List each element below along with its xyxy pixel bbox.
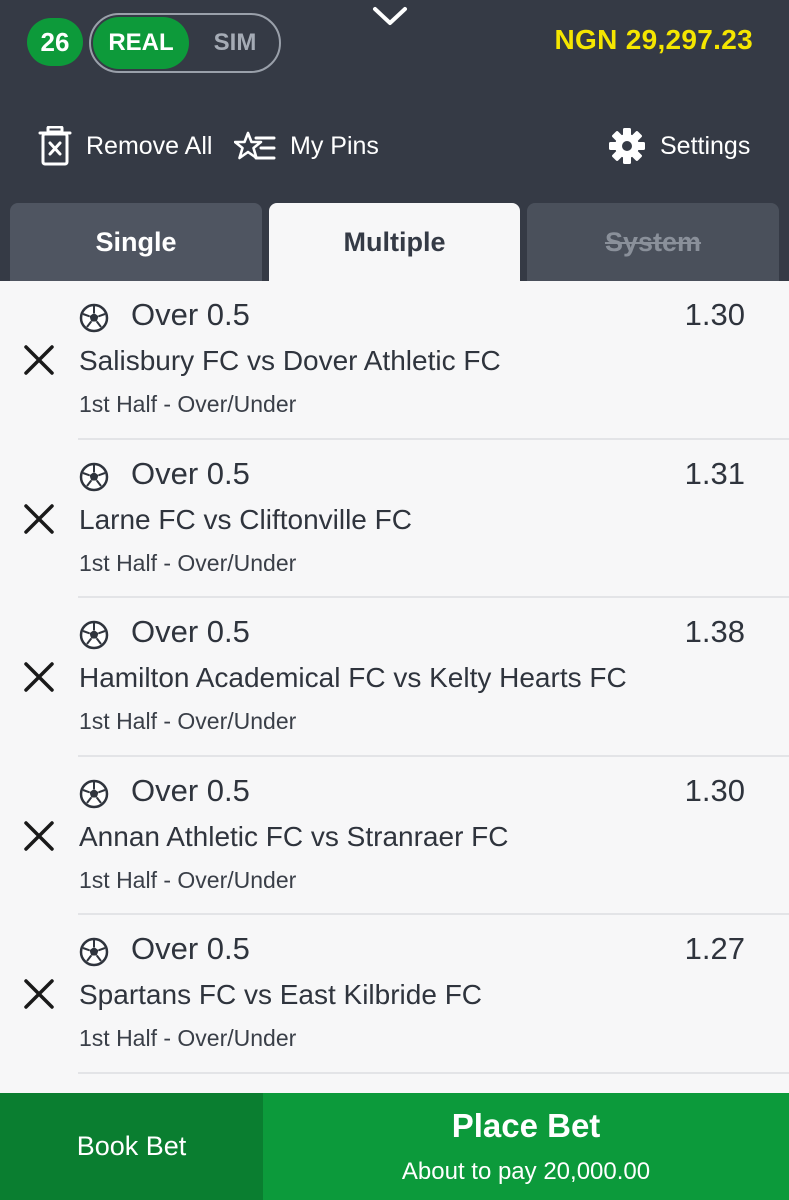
- soccer-ball-icon: [79, 779, 109, 809]
- remove-all-button[interactable]: Remove All: [38, 125, 212, 167]
- my-pins-label: My Pins: [290, 131, 379, 160]
- trash-x-icon: [38, 126, 72, 166]
- bet-market: 1st Half - Over/Under: [79, 549, 297, 576]
- close-icon[interactable]: [22, 343, 56, 377]
- soccer-ball-icon: [79, 620, 109, 650]
- mode-sim-option[interactable]: SIM: [191, 17, 279, 69]
- close-icon[interactable]: [22, 819, 56, 853]
- bet-item: Over 0.5 1.27 Spartans FC vs East Kilbri…: [0, 915, 789, 1074]
- soccer-ball-icon: [79, 303, 109, 333]
- tab-system: System: [527, 203, 779, 281]
- tab-single-label: Single: [95, 226, 177, 257]
- close-icon[interactable]: [22, 977, 56, 1011]
- bet-odds: 1.30: [684, 297, 745, 332]
- account-balance: NGN 29,297.23: [554, 24, 753, 55]
- bet-item: Over 0.5 1.30 Annan Athletic FC vs Stran…: [0, 757, 789, 915]
- bet-selection: Over 0.5: [131, 297, 250, 332]
- tab-single[interactable]: Single: [10, 203, 262, 281]
- tab-multiple[interactable]: Multiple: [269, 203, 520, 281]
- bet-market: 1st Half - Over/Under: [79, 866, 297, 893]
- bet-selection: Over 0.5: [131, 931, 250, 966]
- place-bet-button[interactable]: Place Bet About to pay 20,000.00: [263, 1093, 789, 1200]
- chevron-down-icon[interactable]: [370, 2, 410, 32]
- bet-item: Over 0.5 1.31 Larne FC vs Cliftonville F…: [0, 440, 789, 598]
- bet-item: Over 0.5 1.30 Salisbury FC vs Dover Athl…: [0, 281, 789, 440]
- book-bet-label: Book Bet: [76, 1131, 187, 1161]
- settings-label: Settings: [660, 131, 751, 160]
- tab-system-label: System: [604, 226, 702, 257]
- bet-selection: Over 0.5: [131, 772, 250, 808]
- bet-list: Over 0.5 1.30 Salisbury FC vs Dover Athl…: [0, 281, 789, 1074]
- book-bet-button[interactable]: Book Bet: [0, 1093, 263, 1200]
- bet-odds: 1.31: [684, 455, 745, 491]
- bet-market: 1st Half - Over/Under: [79, 391, 297, 417]
- tab-multiple-label: Multiple: [343, 226, 446, 257]
- bet-odds: 1.38: [684, 614, 745, 649]
- my-pins-button[interactable]: My Pins: [234, 125, 379, 167]
- gear-icon: [608, 127, 646, 165]
- bet-match: Annan Athletic FC vs Stranraer FC: [79, 820, 509, 852]
- close-icon[interactable]: [22, 502, 56, 536]
- remove-all-label: Remove All: [86, 131, 213, 160]
- close-icon[interactable]: [22, 660, 56, 694]
- divider: [78, 1071, 789, 1074]
- betslip-header: 26 REAL SIM NGN 29,297.23 Remove All My …: [0, 0, 789, 281]
- mode-real-option[interactable]: REAL: [93, 17, 189, 69]
- bet-selection: Over 0.5: [131, 614, 250, 649]
- bet-match: Larne FC vs Cliftonville FC: [79, 503, 412, 535]
- bet-match: Spartans FC vs East Kilbride FC: [79, 979, 483, 1010]
- bet-item: Over 0.5 1.38 Hamilton Academical FC vs …: [0, 598, 789, 757]
- selection-count-badge: 26: [27, 18, 83, 66]
- pin-list-icon: [234, 128, 276, 164]
- bet-market: 1st Half - Over/Under: [79, 1025, 297, 1051]
- settings-button[interactable]: Settings: [608, 125, 750, 167]
- bet-match: Salisbury FC vs Dover Athletic FC: [79, 345, 501, 376]
- pay-amount-text: About to pay 20,000.00: [401, 1158, 651, 1185]
- soccer-ball-icon: [79, 462, 109, 492]
- place-bet-label: Place Bet: [451, 1107, 601, 1144]
- soccer-ball-icon: [79, 937, 109, 967]
- bet-selection: Over 0.5: [131, 455, 250, 491]
- bet-match: Hamilton Academical FC vs Kelty Hearts F…: [79, 662, 627, 693]
- bet-odds: 1.27: [684, 931, 745, 966]
- bet-odds: 1.30: [684, 772, 745, 808]
- bet-market: 1st Half - Over/Under: [79, 708, 297, 734]
- real-sim-toggle[interactable]: REAL SIM: [89, 13, 281, 73]
